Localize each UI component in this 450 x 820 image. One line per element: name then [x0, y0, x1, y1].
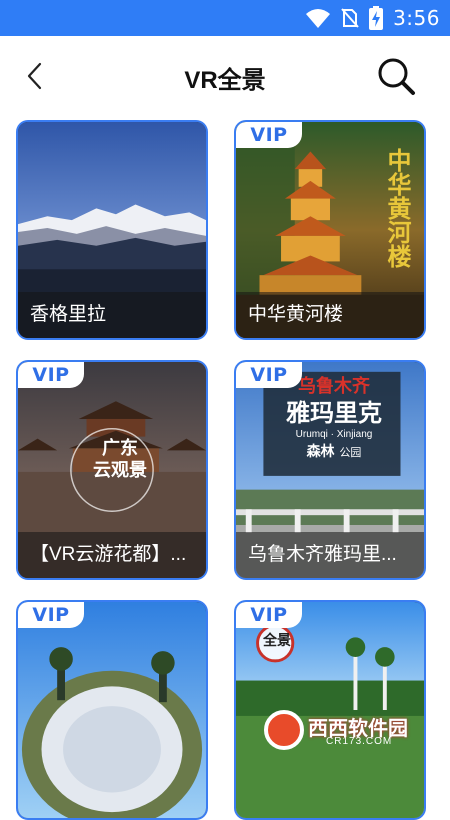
caption-line: Urumqi · Xinjiang — [295, 429, 373, 440]
watermark-logo: 西西软件园 CR173.COM — [264, 710, 434, 750]
vip-badge: VIP — [236, 362, 302, 388]
scene-card-huanghe-tower[interactable]: 中华黄河楼 VIP 中华黄河楼 — [234, 120, 426, 340]
status-bar: 3:56 — [0, 0, 450, 36]
image-caption: 广东 云观景 — [80, 438, 160, 482]
caption-line: 广东 — [102, 438, 138, 459]
scene-card-panorama-planet[interactable]: VIP — [16, 600, 208, 820]
search-button[interactable] — [376, 56, 416, 96]
caption-line: 森林 公园 — [264, 442, 404, 463]
caption-line: 雅玛里克 — [286, 398, 382, 427]
card-label: 香格里拉 — [18, 292, 206, 338]
card-label: 乌鲁木齐雅玛里... — [236, 532, 424, 578]
caption-word: 公园 — [339, 446, 362, 459]
caption-word: 森林 — [306, 444, 335, 460]
image-caption: 中华黄河楼 — [383, 148, 412, 268]
card-label: 中华黄河楼 — [236, 292, 424, 338]
status-icons: 3:56 — [305, 6, 440, 30]
vip-badge: VIP — [236, 122, 302, 148]
card-image — [18, 602, 206, 818]
battery-charging-icon — [369, 6, 384, 30]
caption-line: 云观景 — [93, 460, 147, 481]
no-sim-icon — [341, 8, 359, 28]
vip-badge: VIP — [236, 602, 302, 628]
search-icon — [378, 58, 415, 95]
wifi-icon — [306, 9, 331, 28]
vip-badge: VIP — [18, 602, 84, 628]
image-caption: 全景 — [263, 633, 291, 649]
watermark-icon — [264, 710, 304, 750]
watermark-sub: CR173.COM — [326, 736, 393, 747]
scene-card-huadu[interactable]: 广东 云观景 VIP 【VR云游花都】... — [16, 360, 208, 580]
app-header: VR全景 — [0, 36, 450, 120]
scene-card-shangrila[interactable]: 香格里拉 — [16, 120, 208, 340]
vip-badge: VIP — [18, 362, 84, 388]
scene-card-urumqi[interactable]: 乌鲁木齐 雅玛里克 Urumqi · Xinjiang 森林 公园 VIP 乌鲁… — [234, 360, 426, 580]
image-caption: 乌鲁木齐 雅玛里克 Urumqi · Xinjiang 森林 公园 — [264, 376, 404, 463]
card-label: 【VR云游花都】... — [18, 532, 206, 578]
status-time: 3:56 — [393, 6, 440, 30]
